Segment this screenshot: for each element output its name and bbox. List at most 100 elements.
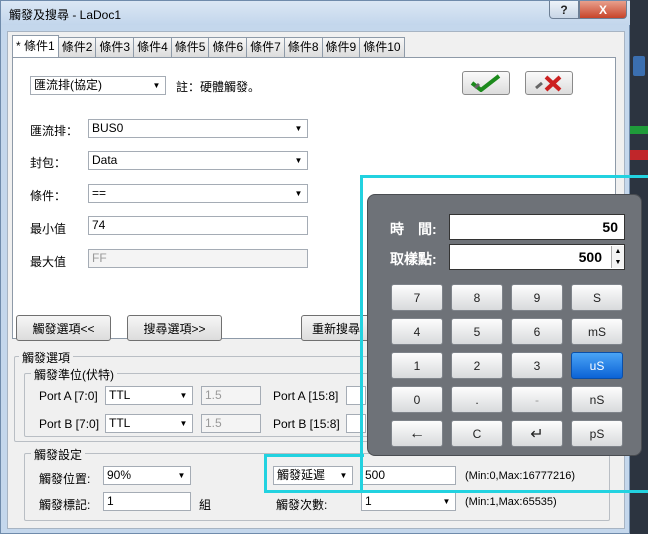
chevron-down-icon: ▼ bbox=[294, 189, 303, 198]
backspace-arrow-icon[interactable]: ← bbox=[391, 420, 443, 447]
trigger-position-select[interactable]: 90% ▼ bbox=[103, 466, 191, 485]
min-value-input[interactable]: 74 bbox=[88, 216, 308, 235]
trigger-options-group-title: 觸發選項 bbox=[19, 349, 74, 366]
enter-arrow-icon[interactable]: ↵ bbox=[511, 420, 563, 447]
trigger-position-value: 90% bbox=[107, 468, 132, 482]
key-2[interactable]: 2 bbox=[451, 352, 503, 379]
key-decimal[interactable]: . bbox=[451, 386, 503, 413]
key-milliseconds[interactable]: mS bbox=[571, 318, 623, 345]
spin-up-icon: ▲ bbox=[614, 248, 622, 255]
tab-condition-9[interactable]: 條件9 bbox=[321, 37, 361, 57]
tab-condition-5[interactable]: 條件5 bbox=[170, 37, 210, 57]
key-picoseconds[interactable]: pS bbox=[571, 420, 623, 447]
packet-value: Data bbox=[92, 153, 118, 167]
key-nanoseconds[interactable]: nS bbox=[571, 386, 623, 413]
bus-value: BUS0 bbox=[92, 121, 124, 135]
check-icon bbox=[470, 74, 501, 92]
key-9[interactable]: 9 bbox=[511, 284, 563, 311]
samples-input[interactable]: 500 bbox=[449, 244, 625, 270]
key-minus[interactable]: - bbox=[511, 386, 563, 413]
status-bar-red bbox=[630, 150, 648, 160]
chevron-down-icon: ▼ bbox=[177, 471, 186, 480]
port-a-high-label: Port A [15:8] bbox=[273, 389, 339, 403]
key-8[interactable]: 8 bbox=[451, 284, 503, 311]
trigger-options-button[interactable]: 觸發選項<< bbox=[16, 315, 111, 341]
key-7[interactable]: 7 bbox=[391, 284, 443, 311]
close-button[interactable]: X bbox=[579, 1, 627, 19]
chevron-down-icon: ▼ bbox=[179, 391, 188, 400]
max-value-label: 最大值 bbox=[30, 255, 67, 269]
condition-label: 條件： bbox=[30, 189, 67, 203]
condition-value: == bbox=[92, 186, 107, 200]
trigger-level-group-title: 觸發準位(伏特) bbox=[31, 366, 117, 383]
chevron-down-icon: ▼ bbox=[179, 419, 188, 428]
trigger-count-value: 1 bbox=[365, 494, 372, 508]
port-b-low-label: Port B [7:0] bbox=[39, 417, 100, 431]
key-microseconds[interactable]: uS bbox=[571, 352, 623, 379]
trigger-mark-label: 觸發標記: bbox=[39, 498, 91, 512]
key-seconds[interactable]: S bbox=[571, 284, 623, 311]
trigger-settings-group-title: 觸發設定 bbox=[31, 446, 86, 463]
trigger-mode-value: 匯流排(協定) bbox=[34, 78, 102, 92]
key-1[interactable]: 1 bbox=[391, 352, 443, 379]
tab-condition-3[interactable]: 條件3 bbox=[95, 37, 135, 57]
trigger-count-label: 觸發次數: bbox=[276, 498, 328, 512]
search-options-button[interactable]: 搜尋選項>> bbox=[127, 315, 222, 341]
delay-highlight-frame bbox=[264, 454, 364, 493]
port-a-low-value: TTL bbox=[109, 388, 131, 402]
delete-x-icon bbox=[535, 75, 562, 92]
trigger-mark-unit: 組 bbox=[199, 498, 212, 512]
tab-condition-7[interactable]: 條件7 bbox=[246, 37, 285, 57]
monitor-icon bbox=[633, 56, 645, 76]
tab-condition-10[interactable]: 條件10 bbox=[359, 37, 405, 57]
condition-select[interactable]: == ▼ bbox=[88, 184, 308, 203]
bus-select[interactable]: BUS0 ▼ bbox=[88, 119, 308, 138]
port-b-low-voltage[interactable]: 1.5 bbox=[201, 414, 261, 433]
trigger-position-label: 觸發位置: bbox=[39, 472, 91, 486]
port-b-low-value: TTL bbox=[109, 416, 131, 430]
chevron-down-icon: ▼ bbox=[294, 156, 303, 165]
tab-condition-4[interactable]: 條件4 bbox=[133, 37, 172, 57]
confirm-button[interactable] bbox=[462, 71, 510, 95]
tab-condition-8[interactable]: 條件8 bbox=[283, 37, 323, 57]
key-4[interactable]: 4 bbox=[391, 318, 443, 345]
time-calculator-popup: 時 間: 50 取樣點: 500 ▲ ▼ 7 8 9 S 4 5 6 mS 1 2… bbox=[367, 194, 642, 456]
tab-condition-6[interactable]: 條件6 bbox=[208, 37, 248, 57]
bus-label: 匯流排： bbox=[30, 124, 79, 138]
status-bar-green bbox=[630, 126, 648, 134]
window-title: 觸發及搜尋 - LaDoc1 bbox=[9, 8, 122, 22]
port-b-high-label: Port B [15:8] bbox=[273, 417, 340, 431]
port-a-low-select[interactable]: TTL ▼ bbox=[105, 386, 193, 405]
title-bar: 觸發及搜尋 - LaDoc1 ? X bbox=[1, 1, 631, 25]
spin-down-icon: ▼ bbox=[614, 259, 622, 266]
min-value-label: 最小值 bbox=[30, 222, 67, 236]
packet-label: 封包： bbox=[30, 156, 67, 170]
time-label: 時 間: bbox=[390, 221, 437, 237]
condition-tabs: * 條件1 條件2 條件3 條件4 條件5 條件6 條件7 條件8 條件9 條件… bbox=[12, 35, 405, 57]
cancel-button[interactable] bbox=[525, 71, 573, 95]
trigger-count-range: (Min:1,Max:65535) bbox=[465, 496, 557, 508]
trigger-mode-select[interactable]: 匯流排(協定) ▼ bbox=[30, 76, 166, 95]
tab-condition-1[interactable]: * 條件1 bbox=[12, 35, 59, 57]
samples-label: 取樣點: bbox=[390, 251, 437, 267]
help-button[interactable]: ? bbox=[549, 1, 579, 19]
trigger-count-select[interactable]: 1 ▼ bbox=[361, 492, 456, 511]
port-a-low-label: Port A [7:0] bbox=[39, 389, 98, 403]
packet-select[interactable]: Data ▼ bbox=[88, 151, 308, 170]
key-3[interactable]: 3 bbox=[511, 352, 563, 379]
port-b-low-select[interactable]: TTL ▼ bbox=[105, 414, 193, 433]
port-a-low-voltage[interactable]: 1.5 bbox=[201, 386, 261, 405]
key-5[interactable]: 5 bbox=[451, 318, 503, 345]
key-clear[interactable]: C bbox=[451, 420, 503, 447]
key-6[interactable]: 6 bbox=[511, 318, 563, 345]
chevron-down-icon: ▼ bbox=[152, 81, 161, 90]
key-0[interactable]: 0 bbox=[391, 386, 443, 413]
max-value-input[interactable]: FF bbox=[88, 249, 308, 268]
hardware-trigger-note: 註：硬體觸發。 bbox=[176, 80, 261, 94]
chevron-down-icon: ▼ bbox=[294, 124, 303, 133]
chevron-down-icon: ▼ bbox=[442, 497, 451, 506]
trigger-mark-input[interactable]: 1 bbox=[103, 492, 191, 511]
time-input[interactable]: 50 bbox=[449, 214, 625, 240]
tab-condition-2[interactable]: 條件2 bbox=[57, 37, 97, 57]
samples-spinner[interactable]: ▲ ▼ bbox=[611, 246, 624, 268]
